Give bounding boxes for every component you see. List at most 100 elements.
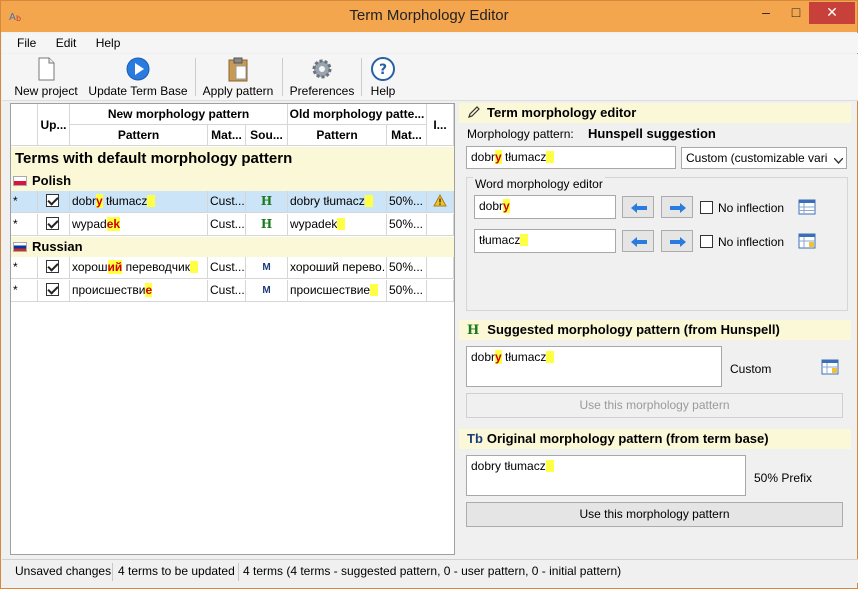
- type-cell: Cust...: [208, 280, 246, 302]
- apply-pattern-button[interactable]: Apply pattern: [200, 56, 276, 98]
- shift-right-button[interactable]: [661, 230, 693, 252]
- hunspell-icon: H: [467, 323, 480, 338]
- menu-help[interactable]: Help: [88, 33, 129, 50]
- pattern-stem: хорош: [72, 260, 108, 274]
- chevron-down-icon: [833, 153, 844, 167]
- pattern-rest: tłumacz: [501, 150, 547, 164]
- group-polish[interactable]: Polish: [11, 171, 454, 191]
- pattern-stem: wypad: [72, 217, 107, 231]
- old-match-cell: 50%...: [387, 280, 427, 302]
- update-term-base-button[interactable]: Update Term Base: [88, 56, 188, 98]
- right-panel: Term morphology editor Morphology patter…: [459, 103, 851, 555]
- word-input-1[interactable]: dobry: [474, 195, 616, 219]
- arrow-right-icon: [670, 237, 686, 247]
- word-stem: dobr: [479, 199, 504, 213]
- inflection-marker: [546, 151, 555, 163]
- close-button[interactable]: ✕: [809, 2, 855, 24]
- old-pattern-text: wypadek: [290, 217, 338, 231]
- pattern-ending: y: [96, 194, 103, 208]
- new-project-label: New project: [14, 84, 78, 98]
- old-pattern-cell: хороший перево...: [288, 257, 387, 279]
- pattern-cell[interactable]: происшествие: [70, 280, 208, 302]
- shift-left-button[interactable]: [622, 196, 654, 218]
- group-russian[interactable]: Russian: [11, 237, 454, 257]
- grid-header-old-match[interactable]: Mat...: [387, 125, 427, 146]
- update-checkbox[interactable]: [38, 280, 70, 302]
- new-project-button[interactable]: New project: [13, 56, 79, 98]
- pattern-cell[interactable]: хороший переводчик: [70, 257, 208, 279]
- status-summary: 4 terms (4 terms - suggested pattern, 0 …: [243, 564, 622, 578]
- suggested-pattern-box: dobry tłumacz: [466, 346, 722, 387]
- menu-edit[interactable]: Edit: [48, 33, 85, 50]
- section-title: Terms with default morphology pattern: [11, 147, 454, 171]
- old-match-cell: 50%...: [387, 257, 427, 279]
- minimize-button[interactable]: –: [753, 2, 779, 24]
- table-row[interactable]: * хороший переводчик Cust... M хороший п…: [11, 257, 454, 279]
- toolbar: New project Update Term Base Apply patte…: [2, 54, 858, 101]
- help-button[interactable]: ? Help: [366, 56, 400, 98]
- no-inflection-checkbox[interactable]: [700, 201, 713, 214]
- terms-grid[interactable]: Up... New morphology pattern Old morphol…: [10, 103, 455, 555]
- pattern-ending: ek: [106, 217, 121, 231]
- window-title: Term Morphology Editor: [349, 7, 509, 24]
- table-edit-icon[interactable]: [798, 233, 816, 249]
- arrow-right-icon: [670, 203, 686, 213]
- table-row[interactable]: * dobry tłumacz Cust... H dobry tłumacz …: [11, 191, 454, 213]
- suggested-section-header: H Suggested morphology pattern (from Huns…: [459, 320, 851, 340]
- maximize-button[interactable]: □: [783, 2, 809, 24]
- svg-text:?: ?: [379, 62, 387, 78]
- pattern-stem: dobr: [471, 350, 496, 364]
- grid-header-pattern[interactable]: Pattern: [70, 125, 208, 146]
- use-suggested-pattern-button[interactable]: Use this morphology pattern: [466, 393, 843, 418]
- shift-left-button[interactable]: [622, 230, 654, 252]
- pattern-rest: переводчик: [122, 260, 190, 274]
- old-match-cell: 50%...: [387, 191, 427, 213]
- inflection-marker: [545, 460, 554, 472]
- old-pattern-cell: wypadek: [288, 214, 387, 236]
- preferences-label: Preferences: [289, 84, 355, 98]
- use-original-pattern-button[interactable]: Use this morphology pattern: [466, 502, 843, 527]
- word-input-2[interactable]: tłumacz: [474, 229, 616, 253]
- shift-right-button[interactable]: [661, 196, 693, 218]
- pattern-stem: dobr: [72, 194, 97, 208]
- word-stem: tłumacz: [479, 233, 521, 247]
- pattern-rest: tłumacz: [501, 350, 547, 364]
- grid-header-marker: [11, 104, 38, 146]
- editor-title: Term morphology editor: [487, 105, 637, 120]
- check-icon: [46, 283, 59, 296]
- update-checkbox[interactable]: [38, 191, 70, 213]
- pencil-icon: [468, 106, 480, 118]
- pattern-label: Morphology pattern:: [467, 127, 574, 141]
- play-circle-icon: [126, 57, 150, 81]
- grid-header-old-pattern[interactable]: Pattern: [288, 125, 387, 146]
- pattern-ending: е: [145, 283, 153, 297]
- old-match-cell: 50%...: [387, 214, 427, 236]
- grid-header-match[interactable]: Mat...: [208, 125, 246, 146]
- grid-header-info[interactable]: I...: [427, 104, 454, 146]
- table-row[interactable]: * wypadek Cust... H wypadek 50%...: [11, 214, 454, 236]
- update-checkbox[interactable]: [38, 214, 70, 236]
- pattern-type-select[interactable]: Custom (customizable vari: [681, 147, 847, 169]
- help-icon: ?: [371, 57, 395, 81]
- table-icon[interactable]: [798, 199, 816, 215]
- pattern-ending: y: [495, 350, 502, 364]
- inflection-marker: [190, 261, 198, 273]
- grid-header-update[interactable]: Up...: [38, 104, 70, 146]
- pattern-cell[interactable]: dobry tłumacz: [70, 191, 208, 213]
- menu-file[interactable]: File: [9, 33, 44, 50]
- old-pattern-cell: происшествие: [288, 280, 387, 302]
- pattern-cell[interactable]: wypadek: [70, 214, 208, 236]
- group-label: Polish: [32, 173, 72, 188]
- suggested-type-label: Custom: [730, 362, 772, 376]
- no-inflection-checkbox[interactable]: [700, 235, 713, 248]
- clipboard-icon: [228, 57, 248, 82]
- preferences-button[interactable]: Preferences: [288, 56, 356, 98]
- update-checkbox[interactable]: [38, 257, 70, 279]
- poland-flag-icon: [13, 176, 27, 186]
- table-edit-icon[interactable]: [821, 359, 839, 375]
- update-term-base-label: Update Term Base: [88, 84, 188, 98]
- info-cell[interactable]: [427, 191, 454, 213]
- grid-header-source[interactable]: Sou...: [246, 125, 288, 146]
- pattern-input[interactable]: dobry tłumacz: [466, 146, 676, 169]
- table-row[interactable]: * происшествие Cust... M происшествие 50…: [11, 280, 454, 302]
